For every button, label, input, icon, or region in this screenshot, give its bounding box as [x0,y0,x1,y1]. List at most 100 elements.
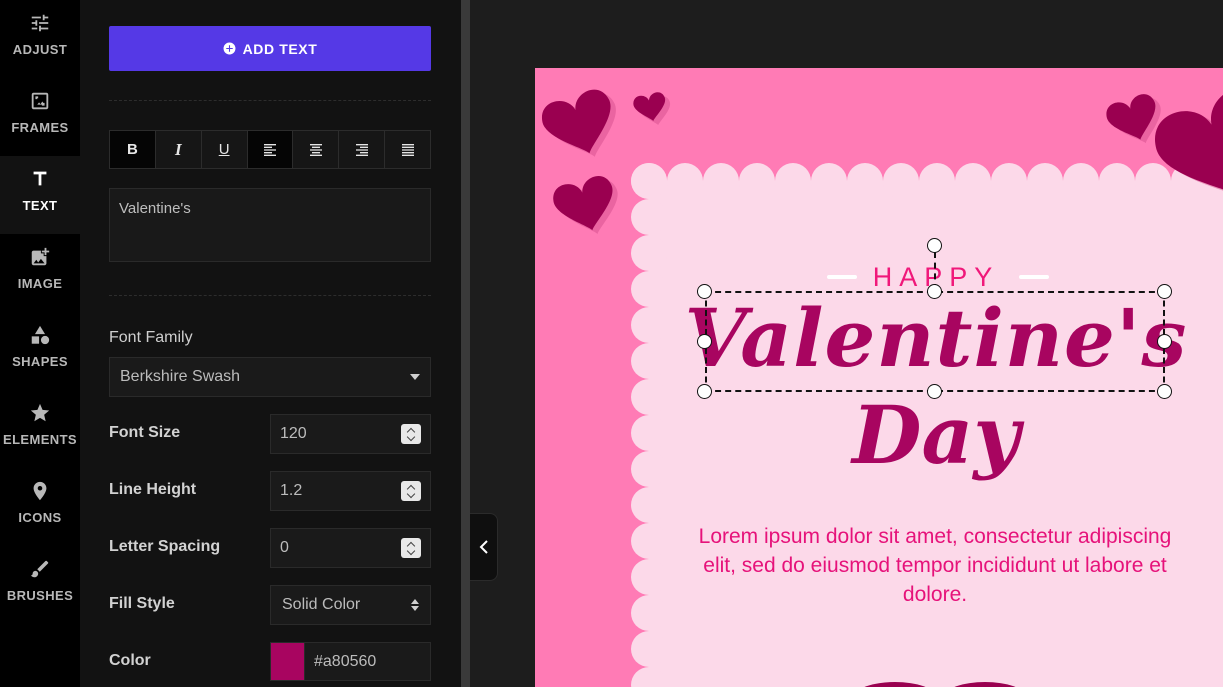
rail-item-adjust[interactable]: ADJUST [0,0,80,78]
scallop-left [631,559,667,595]
rail-item-elements[interactable]: ELEMENTS [0,390,80,468]
add-text-button[interactable]: ADD TEXT [109,26,431,71]
resize-handle-bottom-right[interactable] [1157,384,1172,399]
text-content-input[interactable]: Valentine's [109,188,431,262]
font-size-input[interactable]: 120 [270,414,431,454]
resize-handle-right[interactable] [1157,334,1172,349]
color-hex-value: #a80560 [314,652,377,670]
selection-box[interactable] [705,291,1165,392]
text-settings-panel: ADD TEXT B I U Valentine's Font Family B… [80,0,461,687]
rail-item-shapes[interactable]: SHAPES [0,312,80,390]
rail-label: ELEMENTS [3,432,77,447]
rail-item-brushes[interactable]: BRUSHES [0,546,80,624]
italic-button[interactable]: I [155,131,202,168]
canvas-day-text[interactable]: Day [631,390,1223,480]
font-family-value: Berkshire Swash [120,368,241,385]
align-right-button[interactable] [339,131,386,168]
collapse-panel-button[interactable] [470,513,498,581]
align-left-icon [264,143,276,156]
scallop-top [919,163,955,199]
rail-item-image[interactable]: IMAGE [0,234,80,312]
stepper-icon[interactable] [401,424,421,444]
star-icon [30,403,50,422]
canvas-body-text[interactable]: Lorem ipsum dolor sit amet, consectetur … [695,522,1175,609]
chevron-down-icon [410,374,420,380]
underline-button[interactable]: U [201,131,248,168]
font-size-value: 120 [280,425,307,442]
scallop-top [883,163,919,199]
rail-item-icons[interactable]: ICONS [0,468,80,546]
scallop-top [1063,163,1099,199]
scallop-top [667,163,703,199]
bold-label: B [127,141,138,158]
resize-handle-top[interactable] [927,284,942,299]
rail-label: FRAMES [11,120,69,135]
design-canvas[interactable]: HAPPY Valentine's Day Lorem ipsum dolor … [535,68,1223,687]
rail-label: SHAPES [12,354,68,369]
stepper-icon[interactable] [401,481,421,501]
divider [109,100,431,101]
scallop-left [631,487,667,523]
font-size-label: Font Size [109,424,181,441]
canvas-stage: HAPPY Valentine's Day Lorem ipsum dolor … [470,0,1223,687]
rail-item-text[interactable]: TEXT [0,156,80,234]
letter-spacing-input[interactable]: 0 [270,528,431,568]
line-height-label: Line Height [109,481,197,498]
scallop-top [1099,163,1135,199]
font-family-select[interactable]: Berkshire Swash [109,357,431,397]
stepper-icon[interactable] [401,538,421,558]
chevron-left-icon [479,540,488,554]
align-center-icon [309,143,322,156]
map-pin-icon [33,481,47,501]
sliders-icon [31,14,49,32]
heart-icon [542,89,616,157]
rotate-handle[interactable] [927,238,942,253]
tool-rail: ADJUST FRAMES TEXT IMAGE SHAPES ELEMENTS… [0,0,80,687]
color-field[interactable]: #a80560 [270,642,431,681]
fill-style-select[interactable]: Solid Color [270,585,431,625]
rail-label: ADJUST [12,42,68,57]
resize-handle-top-right[interactable] [1157,284,1172,299]
format-toolbar: B I U [109,130,431,169]
align-center-button[interactable] [293,131,340,168]
resize-handle-left[interactable] [697,334,712,349]
select-arrows-icon [411,599,419,611]
letter-spacing-value: 0 [280,539,289,556]
text-icon [33,171,47,186]
resize-handle-bottom[interactable] [927,384,942,399]
resize-handle-top-left[interactable] [697,284,712,299]
scallop-top [811,163,847,199]
shapes-icon [31,325,50,345]
fill-style-value: Solid Color [282,596,361,613]
scallop-top [739,163,775,199]
brush-icon [30,560,49,578]
scallop-top [955,163,991,199]
editor-app: ADJUST FRAMES TEXT IMAGE SHAPES ELEMENTS… [0,0,1223,687]
underline-label: U [218,141,230,158]
resize-handle-bottom-left[interactable] [697,384,712,399]
italic-label: I [174,139,182,159]
scallop-left [631,523,667,559]
rail-item-frames[interactable]: FRAMES [0,78,80,156]
letter-spacing-label: Letter Spacing [109,538,221,555]
panel-divider-scrollbar[interactable] [461,0,470,687]
divider [109,295,431,296]
scallop-top [775,163,811,199]
bold-button[interactable]: B [110,131,156,168]
align-justify-button[interactable] [385,131,431,168]
line-height-input[interactable]: 1.2 [270,471,431,511]
color-label: Color [109,652,151,669]
heart-icon [553,175,618,235]
scallop-left [631,595,667,631]
font-family-label: Font Family [109,329,193,346]
scallop-top [1135,163,1171,199]
frame-icon [31,92,49,110]
color-swatch[interactable] [271,643,305,680]
scallop-top [1027,163,1063,199]
add-text-label: ADD TEXT [242,40,318,57]
align-left-button[interactable] [247,131,294,168]
rail-label: TEXT [22,198,58,213]
fill-style-label: Fill Style [109,595,175,612]
align-right-icon [355,143,368,156]
scallop-top [991,163,1027,199]
